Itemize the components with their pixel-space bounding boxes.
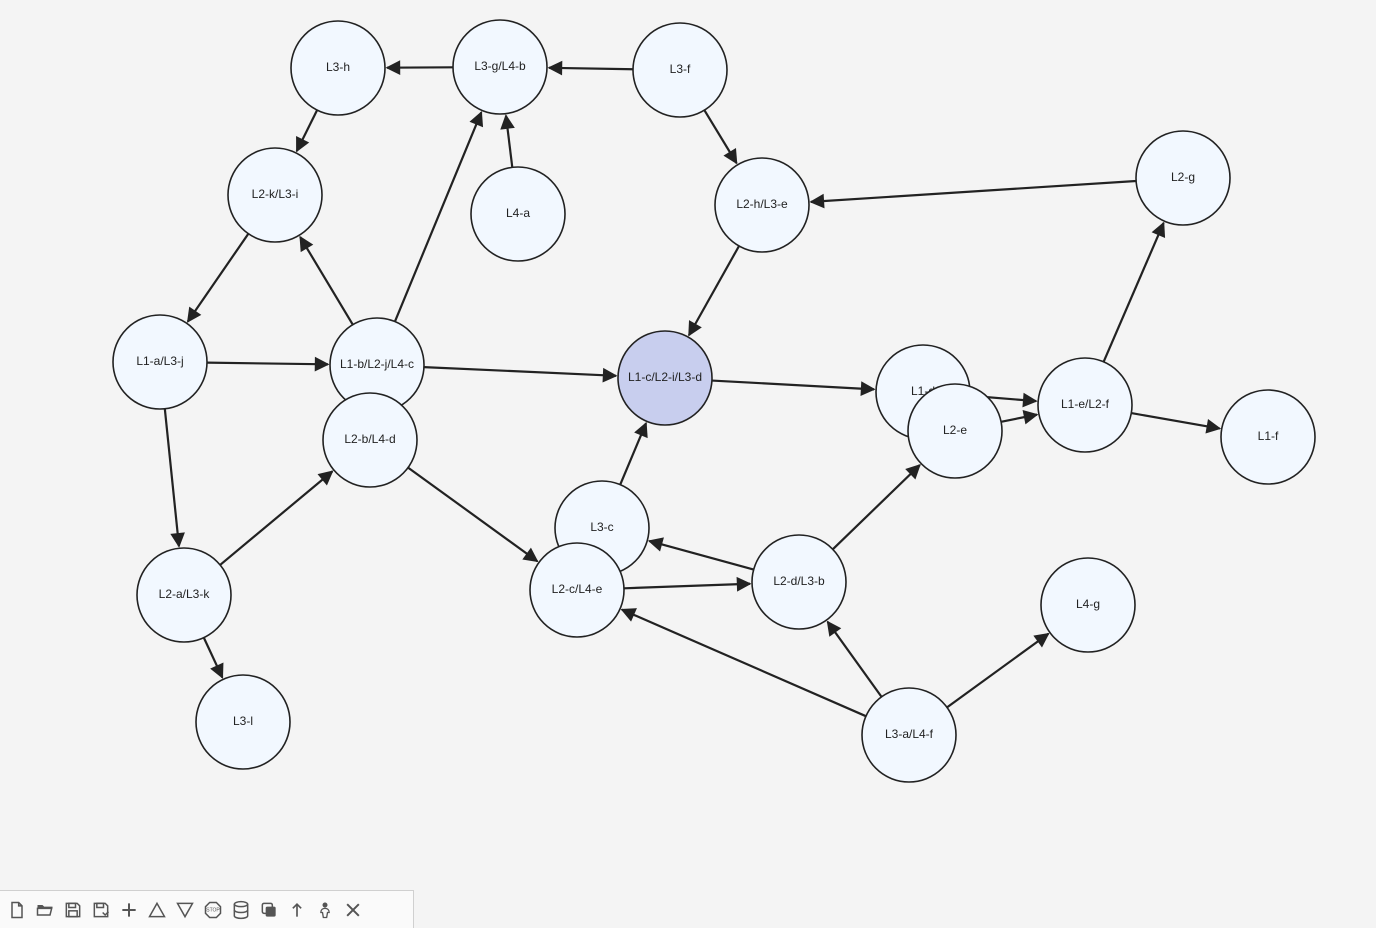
graph-node[interactable]: L2-a/L3-k	[137, 548, 231, 642]
graph-edge[interactable]	[424, 367, 616, 376]
graph-edge[interactable]	[649, 541, 753, 570]
graph-edge[interactable]	[220, 471, 332, 565]
graph-node[interactable]: L1-f	[1221, 390, 1315, 484]
graph-node[interactable]: L2-e	[908, 384, 1002, 478]
graph-edge[interactable]	[620, 423, 646, 484]
close-icon[interactable]	[342, 899, 364, 921]
graph-node[interactable]: L2-b/L4-d	[323, 393, 417, 487]
new-icon[interactable]	[6, 899, 28, 921]
graph-edge[interactable]	[188, 234, 249, 322]
open-icon[interactable]	[34, 899, 56, 921]
database-icon[interactable]	[230, 899, 252, 921]
stop-icon[interactable]: STOP	[202, 899, 224, 921]
toolbar: STOP	[0, 890, 414, 928]
graph-node[interactable]: L2-h/L3-e	[715, 158, 809, 252]
graph-edge[interactable]	[828, 622, 882, 697]
triangle-down-icon[interactable]	[174, 899, 196, 921]
graph-node[interactable]: L1-a/L3-j	[113, 315, 207, 409]
save-as-icon[interactable]	[90, 899, 112, 921]
graph-node[interactable]: L2-d/L3-b	[752, 535, 846, 629]
graph-edge[interactable]	[1104, 223, 1164, 362]
graph-node[interactable]: L2-g	[1136, 131, 1230, 225]
graph-node[interactable]: L4-g	[1041, 558, 1135, 652]
graph-edge[interactable]	[207, 363, 328, 365]
graph-edge[interactable]	[947, 634, 1048, 708]
graph-node[interactable]: L4-a	[471, 167, 565, 261]
arrow-up-icon[interactable]	[286, 899, 308, 921]
add-icon[interactable]	[118, 899, 140, 921]
graph-edge[interactable]	[1001, 415, 1037, 422]
graph-node[interactable]: L1-e/L2-f	[1038, 358, 1132, 452]
save-icon[interactable]	[62, 899, 84, 921]
graph-edge[interactable]	[624, 584, 750, 589]
graph-edge[interactable]	[811, 181, 1136, 202]
graph-edge[interactable]	[712, 381, 874, 390]
graph-edge[interactable]	[704, 110, 736, 163]
triangle-up-icon[interactable]	[146, 899, 168, 921]
graph-node[interactable]: L3-a/L4-f	[862, 688, 956, 782]
graph-edge[interactable]	[300, 237, 353, 325]
graph-edge[interactable]	[689, 246, 739, 335]
graph-edge[interactable]	[297, 110, 317, 151]
svg-text:STOP: STOP	[206, 907, 220, 913]
graph-edge[interactable]	[506, 116, 512, 168]
graph-node[interactable]: L2-c/L4-e	[530, 543, 624, 637]
graph-node[interactable]: L2-k/L3-i	[228, 148, 322, 242]
copy-icon[interactable]	[258, 899, 280, 921]
graph-edge[interactable]	[204, 638, 223, 678]
graph-edge[interactable]	[549, 68, 633, 69]
graph-edge[interactable]	[395, 112, 481, 321]
graph-edge[interactable]	[833, 465, 920, 549]
graph-node[interactable]: L3-h	[291, 21, 385, 115]
graph-node[interactable]: L3-g/L4-b	[453, 20, 547, 114]
graph-edge[interactable]	[1131, 413, 1219, 428]
graph-edge[interactable]	[165, 409, 179, 547]
graph-canvas[interactable]: L3-hL3-g/L4-bL3-fL2-k/L3-iL4-aL2-h/L3-eL…	[0, 0, 1376, 928]
graph-node[interactable]: L3-f	[633, 23, 727, 117]
graph-node[interactable]: L3-l	[196, 675, 290, 769]
person-icon[interactable]	[314, 899, 336, 921]
graph-node[interactable]: L1-c/L2-i/L3-d	[618, 331, 712, 425]
graph-edge[interactable]	[408, 468, 537, 562]
